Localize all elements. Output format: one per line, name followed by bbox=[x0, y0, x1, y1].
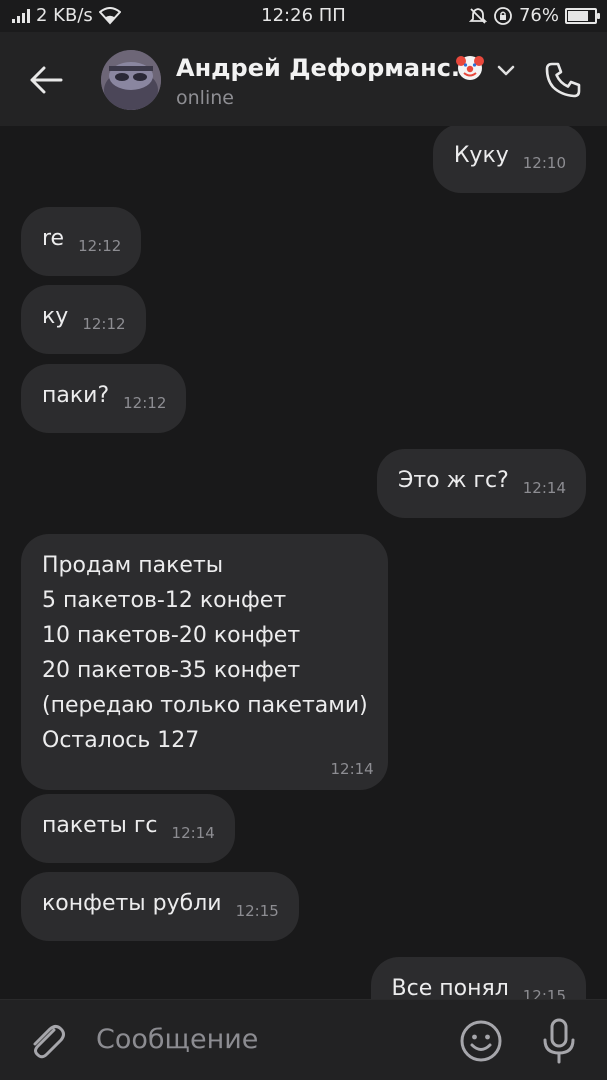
message-time: 12:12 bbox=[123, 394, 167, 412]
online-status: online bbox=[176, 87, 234, 109]
message-time: 12:14 bbox=[522, 479, 566, 497]
avatar-image bbox=[101, 50, 161, 110]
message-text: Куку bbox=[453, 143, 509, 168]
voice-record-button[interactable] bbox=[536, 1016, 582, 1066]
message-time: 12:14 bbox=[330, 760, 374, 778]
message-text: Это ж гс? bbox=[397, 468, 509, 493]
phone-icon bbox=[545, 62, 581, 98]
message-text: re bbox=[42, 226, 65, 251]
message-bubble[interactable]: re 12:12 bbox=[21, 207, 142, 276]
message-bubble[interactable]: Это ж гс? 12:14 bbox=[376, 449, 586, 518]
message-time: 12:15 bbox=[522, 987, 566, 999]
message-composer: Сообщение bbox=[0, 999, 607, 1080]
message-bubble[interactable]: ку 12:12 bbox=[21, 285, 146, 354]
back-arrow-icon bbox=[30, 66, 63, 94]
message-text: паки? bbox=[42, 383, 110, 408]
clown-emoji-icon bbox=[456, 56, 484, 80]
message-time: 12:14 bbox=[171, 824, 215, 842]
message-bubble[interactable]: Продам пакеты 5 пакетов-12 конфет 10 пак… bbox=[21, 534, 388, 790]
message-time: 12:12 bbox=[82, 315, 126, 333]
avatar[interactable] bbox=[101, 50, 161, 110]
message-list[interactable]: Куку 12:10 re 12:12 ку 12:12 паки? 12:12 Это… bbox=[0, 126, 607, 999]
status-bar: 2 KB/s 12:26 ПП 76% bbox=[0, 0, 607, 32]
message-bubble[interactable]: конфеты рубли 12:15 bbox=[21, 872, 299, 941]
message-input[interactable]: Сообщение bbox=[96, 1024, 436, 1060]
chevron-down-icon[interactable] bbox=[495, 62, 517, 78]
contact-name[interactable]: Андрей Деформанс... bbox=[176, 54, 478, 82]
message-text: ку bbox=[42, 304, 69, 329]
emoji-button[interactable] bbox=[458, 1018, 504, 1064]
chat-header: Андрей Деформанс... online bbox=[0, 32, 607, 126]
lock-rotation-icon bbox=[494, 6, 512, 25]
battery-percent: 76% bbox=[518, 5, 559, 26]
message-bubble[interactable]: паки? 12:12 bbox=[21, 364, 187, 433]
microphone-icon bbox=[543, 1018, 575, 1064]
call-button[interactable] bbox=[540, 57, 586, 103]
message-time: 12:10 bbox=[522, 154, 566, 172]
message-time: 12:15 bbox=[235, 902, 279, 920]
message-text: конфеты рубли bbox=[42, 891, 222, 916]
battery-icon bbox=[565, 7, 600, 24]
back-button[interactable] bbox=[24, 58, 68, 102]
message-text: Продам пакеты 5 пакетов-12 конфет 10 пак… bbox=[42, 553, 368, 753]
message-time: 12:12 bbox=[78, 237, 122, 255]
message-bubble[interactable]: пакеты гс 12:14 bbox=[21, 794, 235, 863]
message-text: пакеты гс bbox=[42, 813, 158, 838]
paperclip-icon bbox=[33, 1025, 65, 1059]
message-text: Все понял bbox=[391, 976, 509, 999]
mute-icon bbox=[468, 7, 487, 24]
message-bubble[interactable]: Все понял 12:15 bbox=[370, 957, 586, 999]
emoji-icon bbox=[460, 1020, 502, 1062]
attach-button[interactable] bbox=[24, 1018, 70, 1064]
message-bubble[interactable]: Куку 12:10 bbox=[432, 126, 586, 193]
